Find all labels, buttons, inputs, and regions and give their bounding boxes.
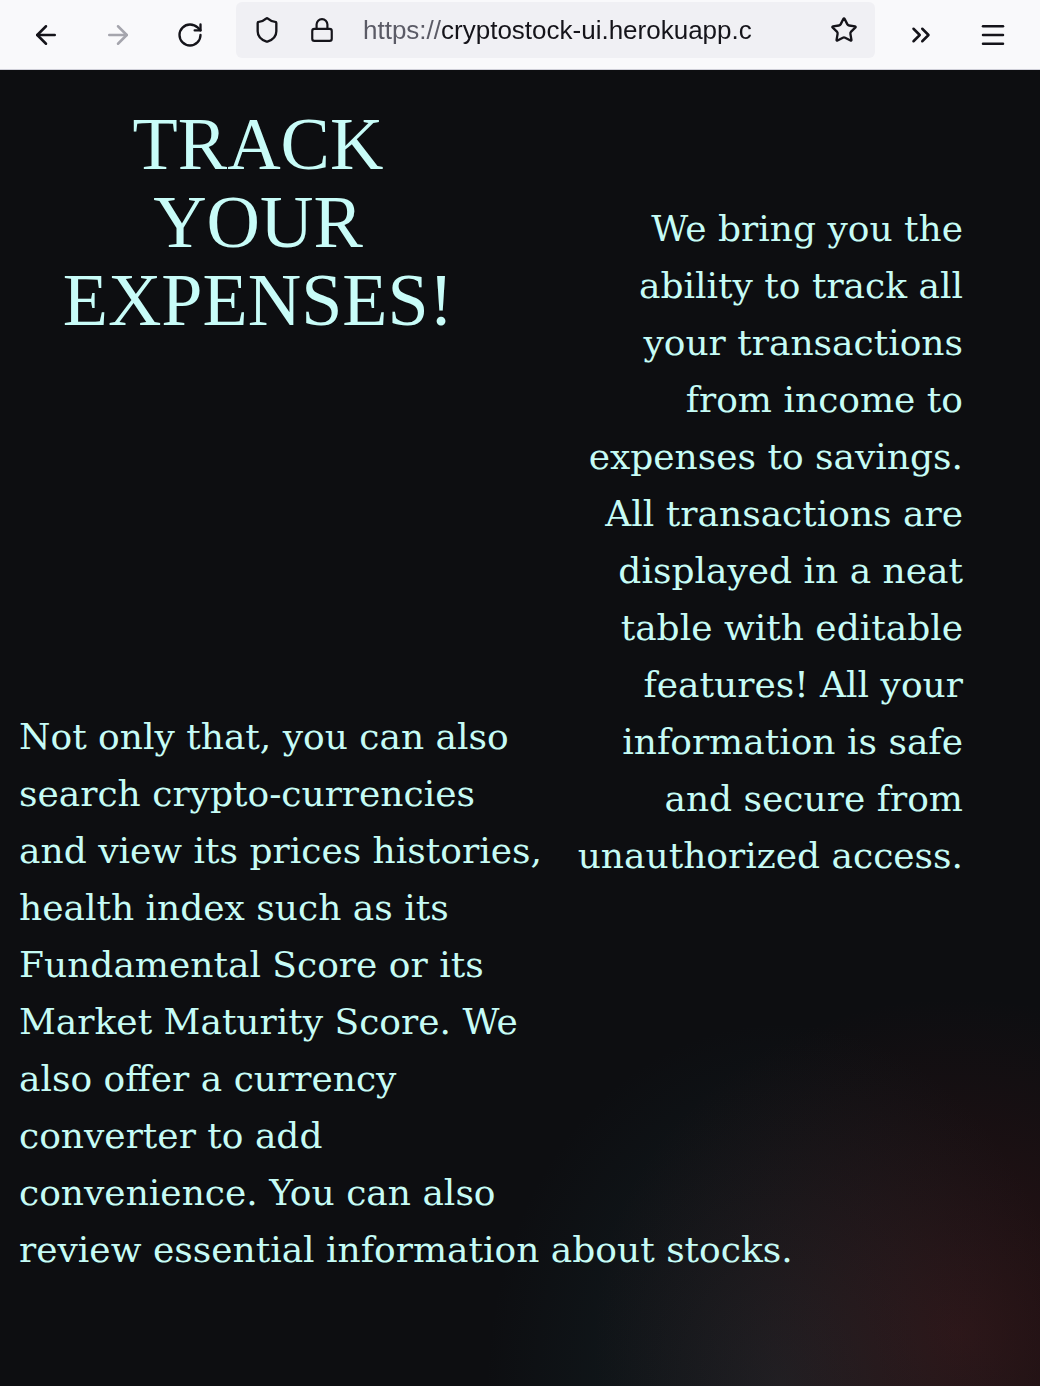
intro-paragraph: We bring you the ability to track all yo… bbox=[563, 200, 963, 884]
bookmark-button[interactable] bbox=[829, 15, 859, 45]
url-scheme: https:// bbox=[363, 15, 441, 45]
chevrons-right-icon bbox=[906, 20, 936, 50]
menu-icon bbox=[978, 20, 1008, 50]
browser-window: https://cryptostock-ui.herokuapp.c We bri… bbox=[0, 0, 1040, 1386]
arrow-left-icon bbox=[31, 20, 61, 50]
reload-button[interactable] bbox=[164, 9, 216, 61]
url-host: cryptostock-ui.herokuapp.c bbox=[441, 15, 752, 45]
arrow-right-icon bbox=[103, 20, 133, 50]
lock-icon bbox=[309, 17, 335, 43]
tracking-protection-button[interactable] bbox=[253, 16, 281, 44]
url-bar[interactable]: https://cryptostock-ui.herokuapp.c bbox=[236, 2, 875, 58]
shield-icon bbox=[253, 16, 281, 44]
overflow-button[interactable] bbox=[895, 9, 947, 61]
browser-toolbar: https://cryptostock-ui.herokuapp.c bbox=[0, 0, 1040, 70]
reload-icon bbox=[176, 21, 204, 49]
forward-button[interactable] bbox=[92, 9, 144, 61]
star-icon bbox=[830, 16, 858, 44]
menu-button[interactable] bbox=[967, 9, 1019, 61]
back-button[interactable] bbox=[20, 9, 72, 61]
page-content: We bring you the ability to track all yo… bbox=[0, 70, 1040, 1386]
page-title: TRACK YOUR EXPENSES! bbox=[43, 105, 473, 339]
site-info-button[interactable] bbox=[308, 16, 336, 44]
url-text[interactable]: https://cryptostock-ui.herokuapp.c bbox=[363, 13, 823, 47]
